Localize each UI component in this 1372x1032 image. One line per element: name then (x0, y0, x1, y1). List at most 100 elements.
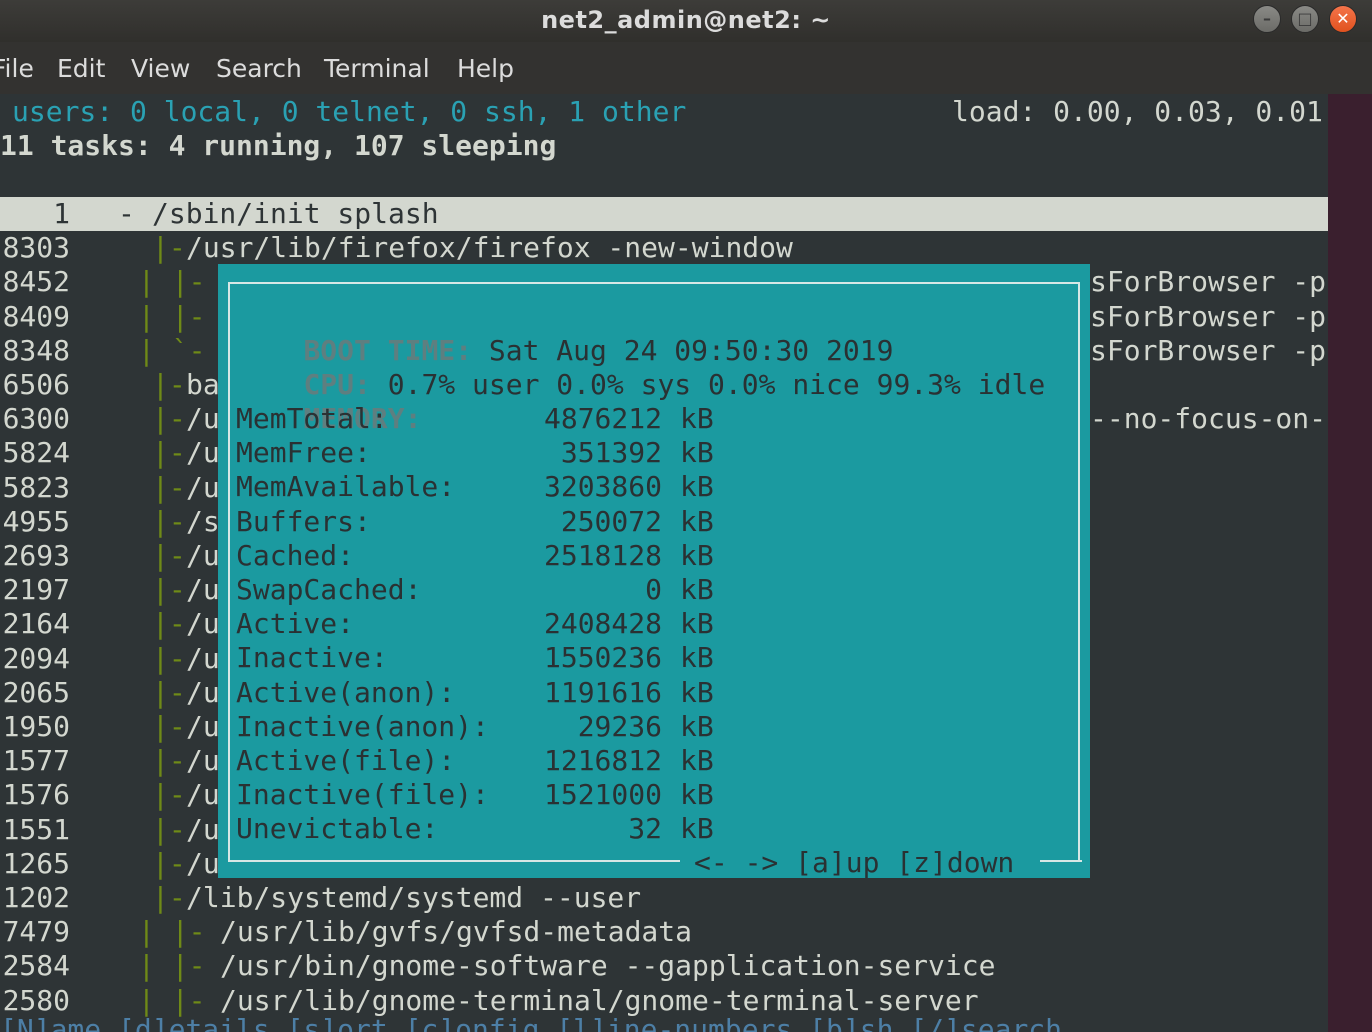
process-tree-branch: |- (152, 744, 186, 778)
process-command: /u (186, 573, 220, 607)
popup-nav-hint[interactable]: <- -> [a]up [z]down (694, 846, 1014, 880)
process-command: /s (186, 504, 220, 538)
memory-row-value: 1550236 (543, 641, 662, 675)
menu-edit[interactable]: Edit (57, 54, 105, 83)
menu-help[interactable]: Help (457, 54, 514, 83)
process-tree-branch: |- (152, 368, 186, 401)
process-tree-branch: |- (152, 675, 186, 709)
memory-row-value: 351392 (560, 436, 662, 470)
process-pid: 8452 (2, 265, 70, 299)
process-command: /u (186, 778, 220, 812)
menu-terminal[interactable]: Terminal (324, 54, 430, 83)
boot-time-row: BOOT TIME: Sat Aug 24 09:50:30 2019 (236, 300, 893, 367)
cpu-value: 0.7% user 0.0% sys 0.0% nice 99.3% idle (387, 368, 1046, 401)
memory-row-label: SwapCached: (236, 573, 422, 606)
process-pid: 1950 (2, 710, 70, 743)
process-pid: 1576 (2, 778, 70, 812)
process-tree-branch: |- (152, 812, 186, 846)
window-titlebar[interactable]: net2_admin@net2: ~ – □ ✕ (0, 0, 1372, 42)
process-command: /usr/bin/gnome-software --gapplication-s… (220, 949, 996, 983)
system-info-popup: BOOT TIME: Sat Aug 24 09:50:30 2019 CPU:… (218, 264, 1090, 880)
menu-bar: File Edit View Search Terminal Help (0, 42, 1372, 94)
memory-row: Unevictable: 32 kB (236, 812, 836, 846)
memory-row-label: MemTotal: (236, 402, 388, 435)
process-command: /u (186, 436, 220, 470)
process-tree-branch: - (118, 197, 135, 230)
process-pid: 2094 (2, 641, 70, 675)
process-pid: 2164 (2, 607, 70, 641)
memory-row-unit: kB (680, 812, 714, 846)
process-command-tail: sForBrowser -p (1090, 299, 1327, 333)
process-command-tail: sForBrowser -p (1090, 333, 1327, 367)
memory-row-value: 1521000 (543, 778, 662, 812)
memory-row-label: Inactive: (236, 641, 388, 675)
process-pid: 5824 (2, 436, 70, 470)
memory-row-label: MemAvailable: (236, 470, 456, 504)
process-tree-branch: |- (152, 607, 186, 641)
menu-view[interactable]: View (131, 54, 190, 83)
memory-row-value: 4876212 (543, 402, 662, 435)
process-command: /u (186, 641, 220, 675)
process-pid: 2197 (2, 573, 70, 607)
process-pid: 8303 (2, 231, 70, 265)
minimize-button[interactable]: – (1253, 5, 1281, 33)
memory-row-value: 2408428 (543, 607, 662, 641)
memory-row-value: 1216812 (543, 744, 662, 777)
process-command: /usr/lib/gvfs/gvfsd-metadata (220, 915, 693, 949)
process-tree-branch: | |- (138, 915, 206, 949)
process-tree-branch: |- (152, 881, 186, 914)
process-row[interactable]: 7479 | |- /usr/lib/gvfs/gvfsd-metadata (0, 915, 1328, 949)
memory-row-label: Active: (236, 607, 355, 641)
menu-file[interactable]: File (0, 54, 34, 83)
memory-heading-row: MEMORY: (236, 368, 421, 435)
memory-row-value: 29236 (577, 709, 662, 743)
memory-row-label: Buffers: (236, 504, 371, 538)
memory-row: SwapCached: 0 kB (236, 573, 836, 607)
process-pid: 4955 (2, 504, 70, 538)
load-average: load: 0.00, 0.03, 0.01 (952, 95, 1323, 128)
memory-row-unit: kB (680, 573, 714, 606)
memory-row-unit: kB (680, 538, 714, 572)
process-pid: 1 (53, 197, 70, 230)
process-row[interactable]: 2584 | |- /usr/bin/gnome-software --gappli… (0, 949, 1328, 983)
popup-frame-bottom-left (228, 860, 680, 862)
process-command: /u (186, 539, 220, 572)
memory-row-unit: kB (680, 744, 714, 777)
process-command-tail: sForBrowser -p (1090, 265, 1327, 299)
close-button[interactable]: ✕ (1329, 5, 1357, 33)
process-row[interactable]: 1202 |-/lib/systemd/systemd --user (0, 881, 1328, 915)
process-command: /u (186, 812, 220, 846)
process-tree-branch: |- (152, 778, 186, 812)
memory-row: Inactive(file): 1521000 kB (236, 778, 836, 812)
memory-row: Active(anon): 1191616 kB (236, 676, 836, 710)
memory-row-label: Inactive(anon): (236, 709, 489, 743)
cpu-row: CPU: 0.7% user 0.0% sys 0.0% nice 99.3% … (236, 334, 1045, 401)
process-command: /usr/lib/firefox/firefox -new-window (186, 231, 793, 265)
memory-row-unit: kB (680, 402, 714, 435)
process-command: /sbin/init splash (152, 197, 439, 230)
process-command: /lib/systemd/systemd --user (186, 881, 642, 914)
process-command: ba (186, 368, 220, 401)
memory-row-value: 0 (645, 573, 662, 606)
process-tree-branch: | |- (138, 265, 206, 299)
memory-row: Inactive(anon): 29236 kB (236, 710, 836, 744)
process-pid: 8409 (2, 299, 70, 333)
memory-row-value: 1191616 (543, 675, 662, 709)
memory-row-value: 32 (628, 812, 662, 846)
maximize-button[interactable]: □ (1291, 5, 1319, 33)
memory-row-value: 250072 (560, 504, 662, 538)
memory-row-label: Active(file): (236, 744, 456, 777)
memory-row-label: MemFree: (236, 436, 371, 470)
popup-frame-bottom-right (1040, 860, 1082, 862)
menu-search[interactable]: Search (216, 54, 302, 83)
users-summary: users: 0 local, 0 telnet, 0 ssh, 1 other (12, 95, 687, 128)
process-command: /u (186, 470, 220, 504)
process-command: /u (186, 710, 220, 743)
process-pid: 2693 (2, 539, 70, 572)
process-row[interactable]: 8303 |-/usr/lib/firefox/firefox -new-wind… (0, 231, 1328, 265)
process-tree-branch: | |- (138, 299, 206, 333)
process-command: /u (186, 675, 220, 709)
terminal-scrollbar[interactable] (1328, 94, 1372, 1032)
memory-row: MemFree: 351392 kB (236, 436, 836, 470)
process-row[interactable]: 1 -/sbin/init splash (0, 197, 1328, 231)
